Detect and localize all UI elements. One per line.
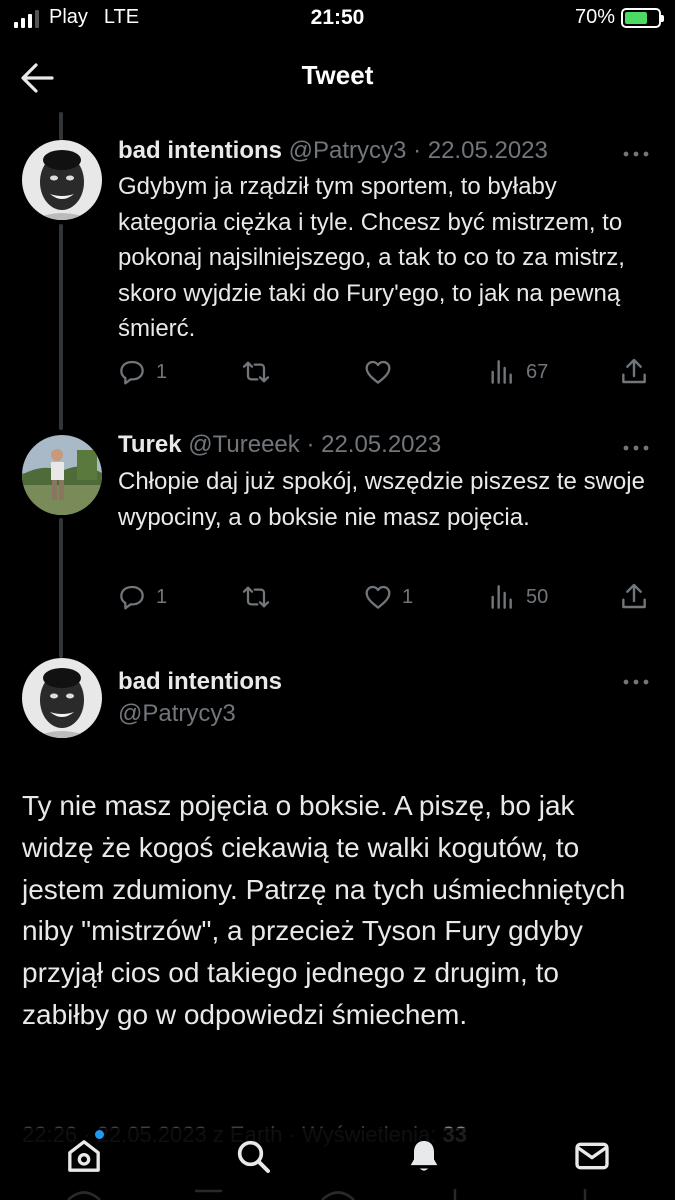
like-button[interactable] bbox=[362, 356, 402, 388]
avatar[interactable] bbox=[22, 435, 102, 515]
reply-icon bbox=[120, 585, 144, 610]
tweet-actions: 1 1 50 bbox=[116, 581, 656, 615]
clock: 21:50 bbox=[310, 6, 365, 29]
messages-icon bbox=[575, 1142, 609, 1170]
tweet-text: Gdybym ja rządził tym sportem, to byłaby… bbox=[118, 173, 625, 342]
display-name[interactable]: bad intentions bbox=[118, 668, 282, 695]
home-icon bbox=[68, 1140, 100, 1172]
reply-button[interactable]: 1 bbox=[116, 581, 167, 613]
battery-percent: 70% bbox=[574, 6, 615, 28]
tweet-header: bad intentions @Patrycy3 · 22.05.2023 bbox=[118, 137, 548, 165]
thread-line bbox=[59, 518, 63, 658]
status-right: 70% bbox=[574, 6, 664, 29]
notification-dot bbox=[95, 1130, 104, 1139]
views-button[interactable]: 50 bbox=[486, 581, 548, 613]
faded-actions-row bbox=[67, 1189, 587, 1200]
display-name[interactable]: bad intentions bbox=[118, 137, 282, 164]
tweet-date[interactable]: · 22.05.2023 bbox=[306, 431, 441, 458]
heart-icon bbox=[365, 585, 391, 609]
like-button[interactable]: 1 bbox=[362, 581, 413, 613]
tab-notifications[interactable] bbox=[404, 1136, 444, 1176]
retweet-icon bbox=[242, 361, 270, 383]
user-handle[interactable]: @Patrycy3 bbox=[289, 137, 407, 164]
tweet-text: Chłopie daj już spokój, wszędzie piszesz… bbox=[118, 468, 645, 531]
tweet-header: bad intentions bbox=[118, 668, 282, 696]
retweet-icon bbox=[242, 586, 270, 608]
main-tweet-text: Ty nie masz pojęcia o boksie. A piszę, b… bbox=[22, 790, 626, 1030]
notifications-icon bbox=[410, 1141, 438, 1171]
page-title: Tweet bbox=[301, 60, 374, 90]
tab-messages[interactable] bbox=[572, 1136, 612, 1176]
avatar-image bbox=[22, 658, 102, 738]
share-icon bbox=[622, 583, 646, 609]
tweet-date[interactable]: · 22.05.2023 bbox=[413, 137, 548, 164]
avatar[interactable] bbox=[22, 658, 102, 738]
reply-button[interactable]: 1 bbox=[116, 356, 167, 388]
views-button[interactable]: 67 bbox=[486, 356, 548, 388]
retweet-button[interactable] bbox=[240, 356, 280, 388]
tab-search[interactable] bbox=[233, 1136, 273, 1176]
avatar-image bbox=[22, 435, 102, 515]
reply-icon bbox=[120, 360, 144, 385]
bottom-tab-bar bbox=[0, 1128, 675, 1200]
top-bar: Tweet bbox=[0, 50, 675, 105]
share-button[interactable] bbox=[618, 581, 650, 613]
more-icon[interactable] bbox=[621, 144, 651, 164]
thread-line bbox=[59, 112, 63, 140]
avatar-image bbox=[22, 140, 102, 220]
reply-count: 1 bbox=[156, 585, 168, 608]
views-icon bbox=[491, 585, 512, 609]
retweet-button[interactable] bbox=[240, 581, 280, 613]
share-button[interactable] bbox=[618, 356, 650, 388]
tweet-header: Turek @Tureeek · 22.05.2023 bbox=[118, 431, 441, 459]
status-bar: Play LTE 21:50 70% bbox=[0, 0, 675, 38]
tweet-actions: 1 67 bbox=[116, 356, 656, 390]
view-count: 50 bbox=[526, 585, 549, 608]
search-icon bbox=[237, 1140, 270, 1173]
user-handle[interactable]: @Patrycy3 bbox=[118, 700, 236, 728]
share-icon bbox=[622, 358, 646, 384]
battery-icon bbox=[621, 7, 664, 28]
display-name[interactable]: Turek bbox=[118, 431, 182, 458]
like-count: 1 bbox=[402, 585, 414, 608]
views-icon bbox=[491, 360, 512, 384]
more-icon[interactable] bbox=[621, 438, 651, 458]
heart-icon bbox=[365, 360, 391, 384]
view-count: 67 bbox=[526, 360, 549, 383]
more-icon[interactable] bbox=[621, 672, 651, 692]
user-handle[interactable]: @Tureeek bbox=[188, 431, 300, 458]
avatar[interactable] bbox=[22, 140, 102, 220]
thread-line bbox=[59, 224, 63, 430]
tab-home[interactable] bbox=[64, 1136, 104, 1176]
reply-count: 1 bbox=[156, 360, 168, 383]
